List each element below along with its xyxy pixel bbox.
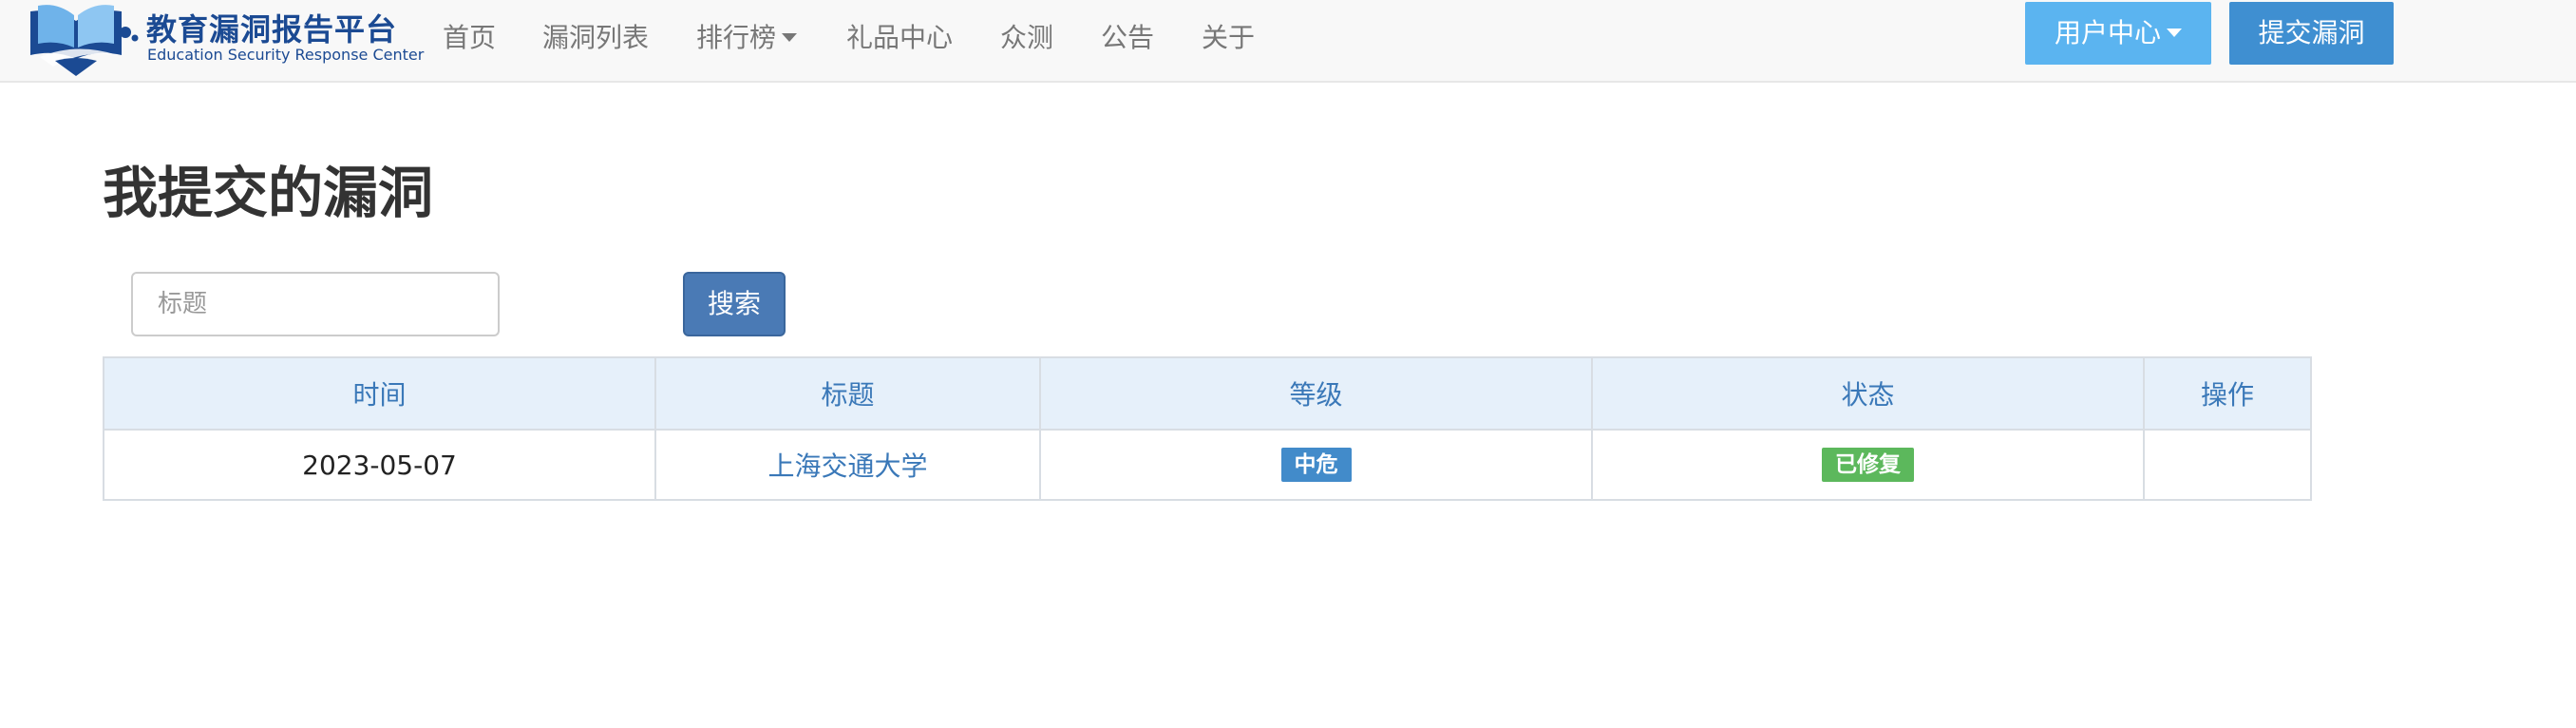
nav-item-label: 礼品中心 [846,22,954,53]
search-button[interactable]: 搜索 [683,272,786,336]
table-header-row: 时间 标题 等级 状态 操作 [103,356,2312,431]
brand-name-en: Education Security Response Center [147,46,425,64]
page-title: 我提交的漏洞 [103,161,434,225]
nav-item-vuln-list[interactable]: 漏洞列表 [542,17,649,55]
top-navbar: 教育漏洞报告平台 Education Security Response Cen… [0,0,2576,83]
user-center-button[interactable]: 用户中心 [2025,2,2211,65]
submit-vuln-button[interactable]: 提交漏洞 [2229,2,2394,65]
nav-item-crowdtest[interactable]: 众测 [1000,17,1053,55]
nav-item-announcement[interactable]: 公告 [1101,17,1154,55]
nav-item-ranking[interactable]: 排行榜 [696,17,798,55]
table-row: 2023-05-07 上海交通大学 中危 已修复 [103,429,2312,501]
cell-action [2143,429,2312,501]
caret-down-icon [2167,28,2182,37]
search-title-input[interactable] [131,272,500,336]
user-center-label: 用户中心 [2054,17,2161,48]
status-badge: 已修复 [1822,448,1914,482]
nav-item-label: 关于 [1202,22,1256,53]
column-header-action: 操作 [2143,356,2312,431]
nav-item-label: 首页 [443,22,497,53]
column-header-time: 时间 [103,356,656,431]
cell-level: 中危 [1039,429,1593,501]
caret-down-icon [782,32,798,42]
nav-item-label: 公告 [1101,22,1155,53]
cell-title: 上海交通大学 [654,429,1041,501]
open-book-shield-logo [30,5,139,76]
nav-item-label: 排行榜 [696,22,777,53]
nav-item-home[interactable]: 首页 [443,17,496,55]
column-header-status: 状态 [1591,356,2145,431]
search-button-label: 搜索 [707,288,761,319]
vuln-table: 时间 标题 等级 状态 操作 2023-05-07 上海交通大学 中危 已修复 [103,356,2312,501]
brand-name-cn: 教育漏洞报告平台 [146,11,398,48]
cell-time: 2023-05-07 [103,429,656,501]
vuln-title-link[interactable]: 上海交通大学 [767,450,927,482]
level-badge: 中危 [1280,448,1352,482]
nav-item-label: 众测 [1000,22,1054,53]
nav-item-about[interactable]: 关于 [1202,17,1255,55]
column-header-level: 等级 [1039,356,1593,431]
nav-item-label: 漏洞列表 [542,22,650,53]
column-header-title: 标题 [654,356,1041,431]
nav-item-gift-center[interactable]: 礼品中心 [846,17,953,55]
brand-logo-link[interactable]: 教育漏洞报告平台 Education Security Response Cen… [27,0,424,78]
submit-vuln-label: 提交漏洞 [2258,17,2365,48]
cell-status: 已修复 [1591,429,2145,501]
